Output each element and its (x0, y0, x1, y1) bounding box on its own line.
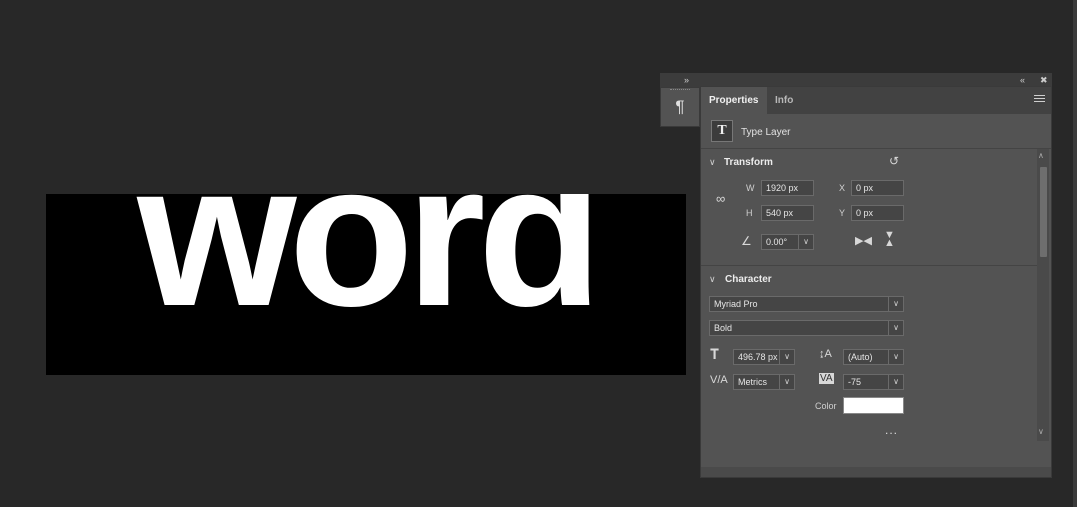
type-layer-label: Type Layer (741, 127, 791, 138)
dock-header: » « ✖ (660, 73, 1052, 87)
type-layer-icon: T (711, 120, 733, 142)
chevron-down-icon[interactable]: ∨ (888, 297, 903, 311)
chevron-down-icon[interactable]: ∨ (888, 321, 903, 335)
chevron-down-icon[interactable]: ∨ (888, 375, 903, 389)
font-size-icon: 𝐓 (710, 348, 720, 363)
tracking-field[interactable]: -75 ∨ (843, 374, 904, 390)
link-icon[interactable]: ∞ (716, 191, 725, 206)
section-divider (701, 265, 1037, 266)
font-family-value: Myriad Pro (714, 299, 758, 309)
leading-value: (Auto) (848, 352, 873, 362)
document-text-word[interactable]: word (46, 194, 686, 337)
text-color-swatch[interactable] (843, 397, 904, 414)
chevron-down-icon[interactable]: ∨ (779, 375, 794, 389)
x-field[interactable]: 0 px (851, 180, 904, 196)
flip-vertical-icon[interactable]: ▼ ▲ (884, 230, 895, 249)
kerning-field[interactable]: Metrics ∨ (733, 374, 795, 390)
paragraph-panel-button[interactable]: ¶ (668, 89, 692, 125)
color-label: Color (815, 401, 837, 411)
transform-title[interactable]: Transform (724, 157, 773, 168)
flip-horizontal-icon[interactable]: ▶◀ (855, 234, 872, 247)
transform-collapse-icon[interactable]: ∨ (709, 157, 716, 168)
scroll-thumb[interactable] (1040, 167, 1047, 257)
document-canvas[interactable]: word (46, 194, 686, 375)
kerning-icon: V/A (710, 374, 728, 386)
tracking-icon: VA (819, 373, 834, 384)
font-family-select[interactable]: Myriad Pro ∨ (709, 296, 904, 312)
panel-scrollbar[interactable]: ∧ ∨ (1037, 149, 1049, 441)
type-layer-row: T Type Layer (701, 114, 1051, 149)
close-panel-icon[interactable]: ✖ (1040, 73, 1048, 87)
expand-panels-icon[interactable]: » (684, 73, 689, 87)
chevron-down-icon[interactable]: ∨ (888, 350, 903, 364)
height-label: H (746, 208, 753, 218)
tracking-value: -75 (848, 377, 862, 387)
kerning-value: Metrics (738, 377, 767, 387)
leading-icon: ↨A (819, 348, 832, 360)
font-style-select[interactable]: Bold ∨ (709, 320, 904, 336)
leading-field[interactable]: (Auto) ∨ (843, 349, 904, 365)
reset-transform-icon[interactable]: ↺ (889, 154, 899, 168)
collapse-panels-icon[interactable]: « (1020, 73, 1025, 87)
properties-panel: Properties Info T Type Layer ∨ Transform… (700, 86, 1052, 478)
y-label: Y (839, 208, 846, 218)
font-size-field[interactable]: 496.78 px ∨ (733, 349, 795, 365)
font-size-value: 496.78 px (738, 352, 778, 362)
x-label: X (839, 183, 846, 193)
font-style-value: Bold (714, 323, 733, 333)
width-label: W (746, 183, 755, 193)
character-collapse-icon[interactable]: ∨ (709, 274, 716, 285)
width-field[interactable]: 1920 px (761, 180, 814, 196)
tab-properties[interactable]: Properties (701, 87, 767, 114)
window-edge (1073, 0, 1077, 507)
more-options-icon[interactable]: ... (885, 423, 898, 437)
angle-value: 0.00° (766, 237, 788, 247)
angle-icon: ∠ (741, 234, 752, 248)
angle-field[interactable]: 0.00° ∨ (761, 234, 814, 250)
scroll-down-icon[interactable]: ∨ (1038, 427, 1044, 436)
panel-tabbar: Properties Info (701, 87, 1051, 114)
panel-resize-handle[interactable] (701, 467, 1051, 477)
scroll-up-icon[interactable]: ∧ (1038, 151, 1044, 160)
chevron-down-icon[interactable]: ∨ (779, 350, 794, 364)
height-field[interactable]: 540 px (761, 205, 814, 221)
paragraph-icon: ¶ (675, 97, 685, 116)
y-field[interactable]: 0 px (851, 205, 904, 221)
panel-menu-icon[interactable] (1034, 95, 1045, 104)
character-title[interactable]: Character (725, 274, 772, 285)
chevron-down-icon[interactable]: ∨ (798, 235, 813, 249)
tab-info[interactable]: Info (767, 87, 805, 114)
